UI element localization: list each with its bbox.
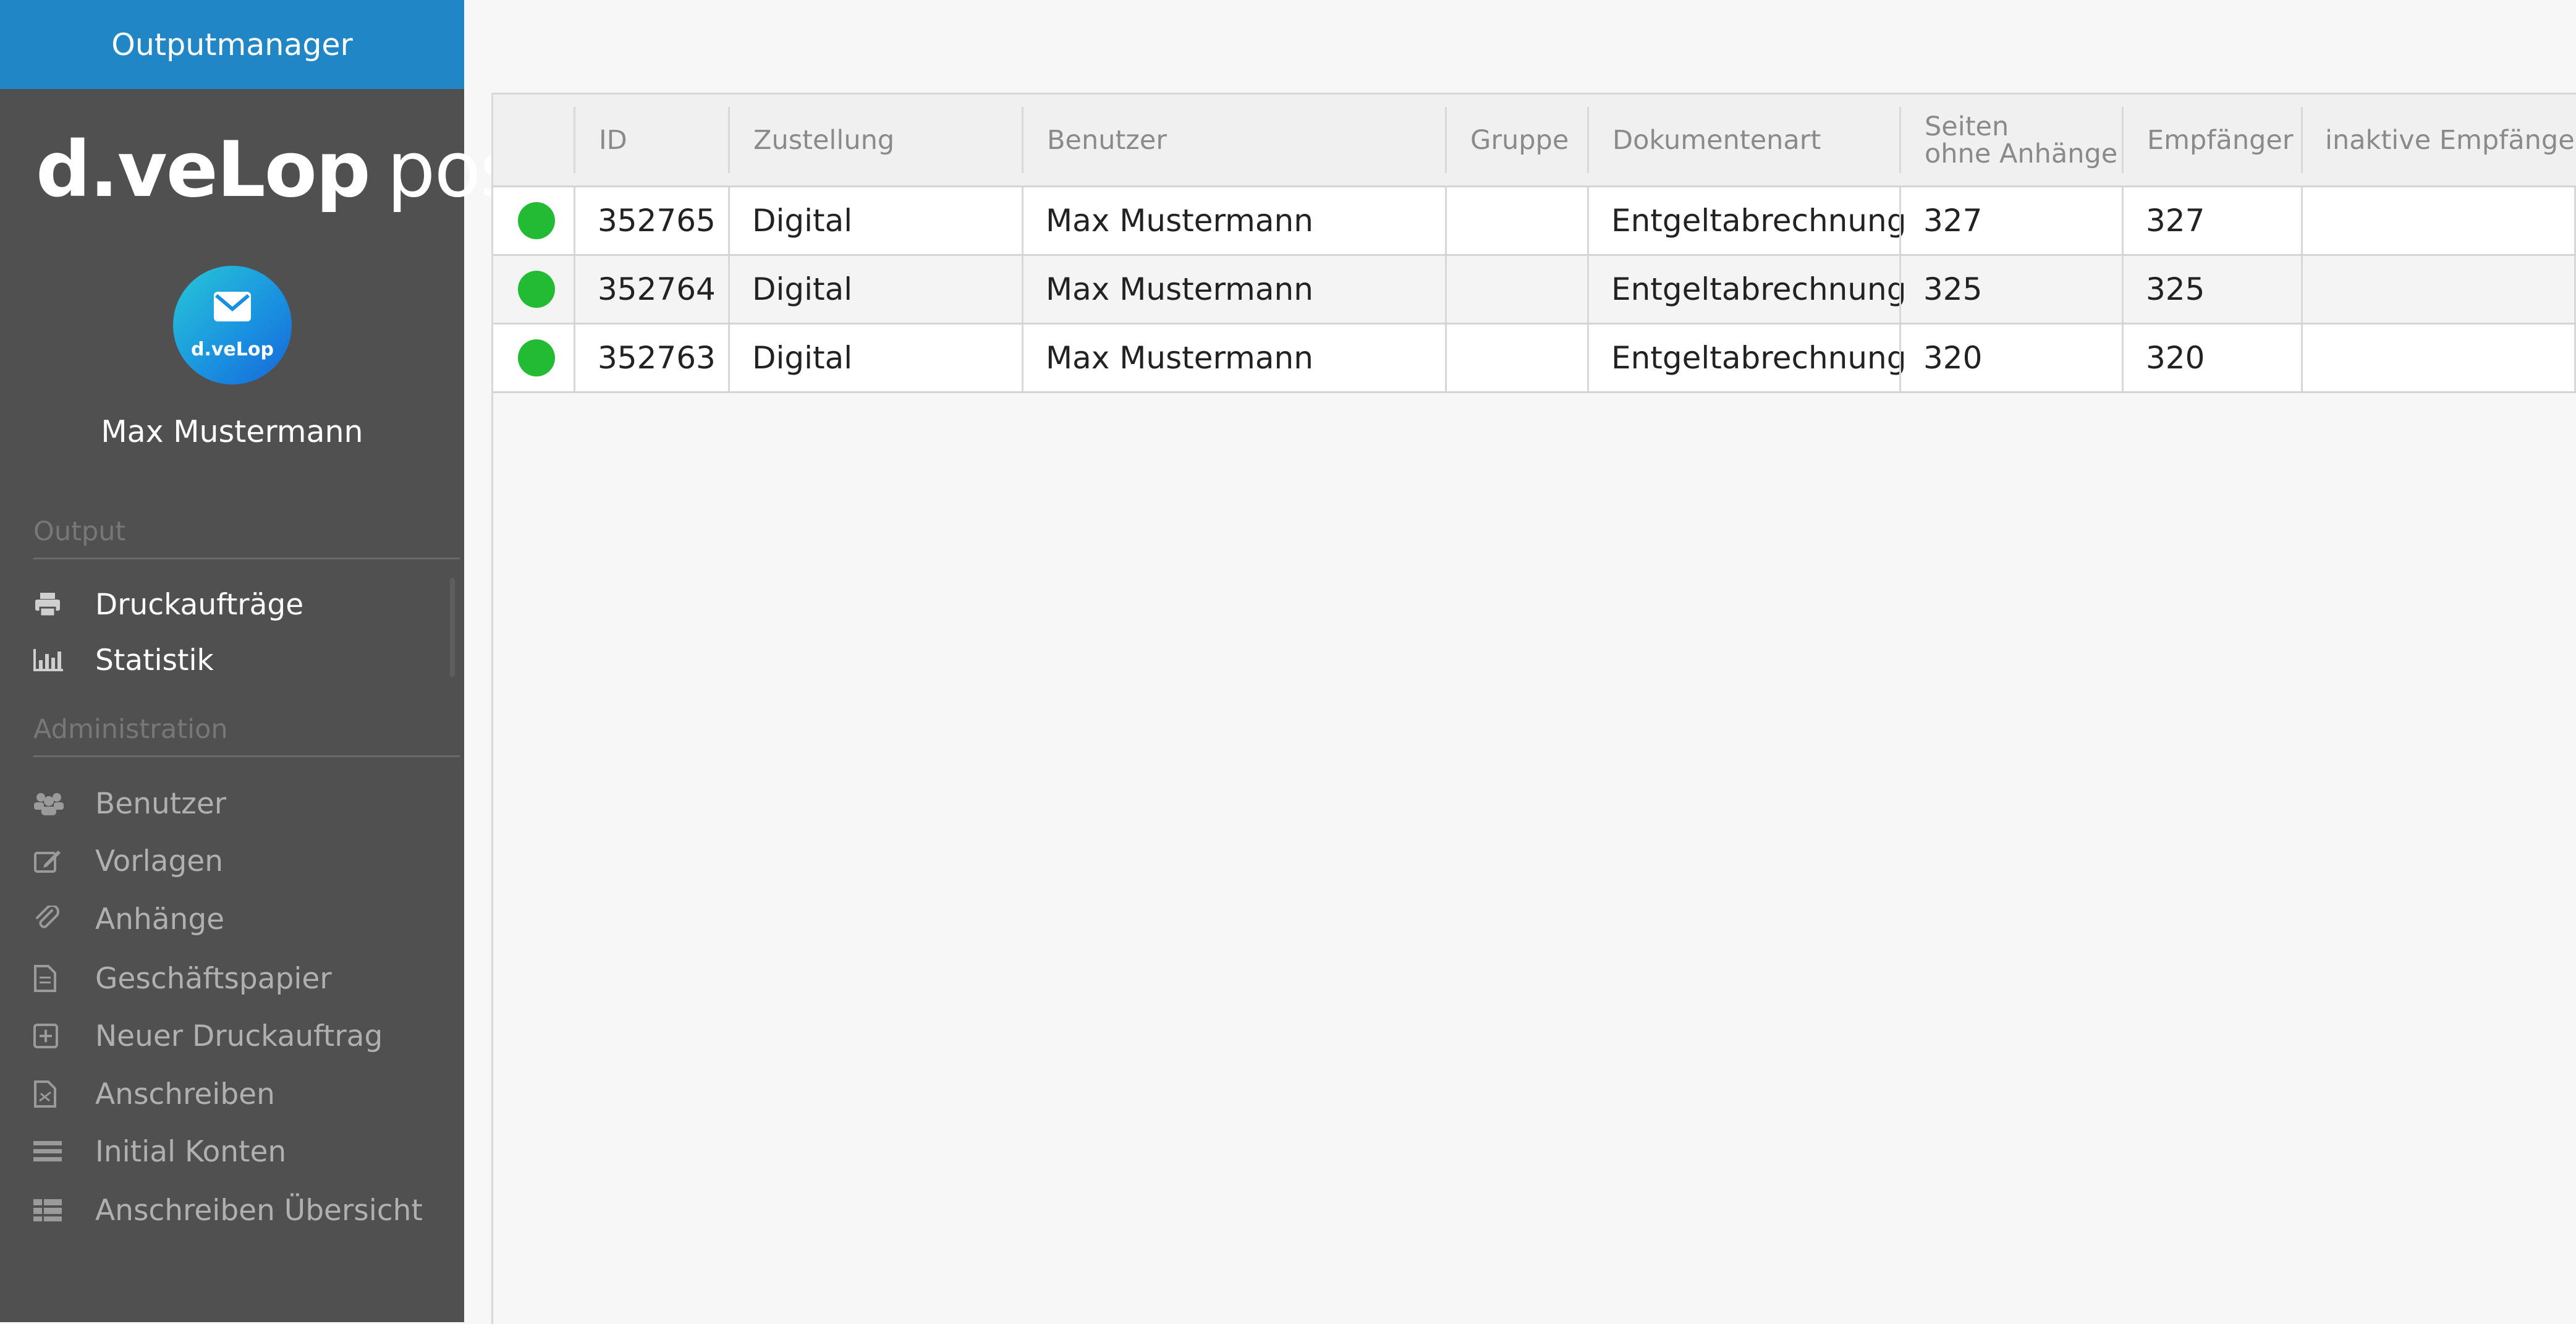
cell-empfaenger: 327 xyxy=(2122,187,2301,254)
cell-benutzer: Max Mustermann xyxy=(1022,256,1445,323)
column-header-dokumentenart[interactable]: Dokumentenart xyxy=(1587,107,1899,173)
cell-dokumentenart: Entgeltabrechnung xyxy=(1587,256,1906,323)
envelope-icon xyxy=(214,292,251,321)
cell-seiten: 320 xyxy=(1899,325,2122,391)
table-icon xyxy=(33,1189,95,1232)
cell-inaktive-empfaenger xyxy=(2301,256,2576,323)
user-name[interactable]: Max Mustermann xyxy=(0,414,464,449)
status-cell xyxy=(493,325,574,391)
table-row[interactable]: 352763 Digital Max Mustermann Entgeltabr… xyxy=(493,325,2576,393)
column-header-seiten-line2: ohne Anhänge xyxy=(1925,138,2118,169)
column-header-seiten[interactable]: Seiten ohne Anhänge xyxy=(1899,107,2122,173)
table-row[interactable]: 352764 Digital Max Mustermann Entgeltabr… xyxy=(493,256,2576,325)
section-divider xyxy=(33,558,460,559)
sidebar-item-label: Geschäftspapier xyxy=(95,961,332,996)
sidebar-item-label: Statistik xyxy=(95,643,214,677)
avatar[interactable]: d.veLop xyxy=(173,266,292,384)
list-icon xyxy=(33,1130,95,1173)
cell-empfaenger: 320 xyxy=(2122,325,2301,391)
sidebar-item-label: Initial Konten xyxy=(95,1134,287,1169)
sidebar-item-initial-konten[interactable]: Initial Konten xyxy=(33,1130,454,1173)
sidebar: Outputmanager d.veLop post d.veLop Max Mu… xyxy=(0,0,549,1322)
app-title: Outputmanager xyxy=(111,27,353,62)
sidebar-item-label: Benutzer xyxy=(95,786,227,821)
cell-seiten: 327 xyxy=(1899,187,2122,254)
cell-dokumentenart: Entgeltabrechnung xyxy=(1587,325,1906,391)
app-title-bar: Outputmanager xyxy=(0,0,464,89)
pdf-file-icon xyxy=(33,1072,95,1116)
cell-seiten: 325 xyxy=(1899,256,2122,323)
print-jobs-table: ID Zustellung Benutzer Gruppe Dokumenten… xyxy=(491,93,2576,1324)
section-title-administration: Administration xyxy=(33,714,228,745)
column-header-gruppe[interactable]: Gruppe xyxy=(1445,107,1587,173)
column-header-id[interactable]: ID xyxy=(574,107,728,173)
cell-id: 352765 xyxy=(574,187,728,254)
sidebar-item-vorlagen[interactable]: Vorlagen xyxy=(33,839,454,883)
cell-zustellung: Digital xyxy=(728,325,1022,391)
cell-id: 352764 xyxy=(574,256,728,323)
sidebar-item-geschaeftspapier[interactable]: Geschäftspapier xyxy=(33,957,454,1000)
status-cell xyxy=(493,187,574,254)
status-green-icon xyxy=(518,339,555,376)
document-icon xyxy=(33,957,95,1000)
cell-gruppe xyxy=(1445,256,1587,323)
section-divider xyxy=(33,755,460,757)
column-header-seiten-line1: Seiten xyxy=(1925,111,2009,142)
column-header-benutzer[interactable]: Benutzer xyxy=(1022,107,1445,173)
column-header-empfaenger[interactable]: Empfänger xyxy=(2122,107,2301,173)
column-header-inaktive-empfaenger[interactable]: inaktive Empfänger xyxy=(2301,107,2576,173)
sidebar-item-label: Neuer Druckauftrag xyxy=(95,1019,383,1053)
edit-icon xyxy=(33,839,95,883)
bar-chart-icon xyxy=(33,639,95,682)
sidebar-scrollbar[interactable] xyxy=(450,578,455,677)
sidebar-item-label: Druckaufträge xyxy=(95,587,304,622)
users-icon xyxy=(33,782,95,825)
cell-dokumentenart: Entgeltabrechnung xyxy=(1587,187,1906,254)
cell-inaktive-empfaenger xyxy=(2301,187,2576,254)
status-green-icon xyxy=(518,202,555,239)
sidebar-item-druckauftraege[interactable]: Druckaufträge xyxy=(33,583,454,626)
section-title-output: Output xyxy=(33,516,126,547)
dvelop-post-logo: d.veLop post xyxy=(36,130,549,210)
cell-id: 352763 xyxy=(574,325,728,391)
cell-zustellung: Digital xyxy=(728,256,1022,323)
plus-square-icon xyxy=(33,1014,95,1058)
cell-empfaenger: 325 xyxy=(2122,256,2301,323)
status-cell xyxy=(493,256,574,323)
sidebar-item-label: Anschreiben xyxy=(95,1077,275,1111)
status-green-icon xyxy=(518,271,555,308)
sidebar-item-label: Anschreiben Übersicht xyxy=(95,1193,423,1228)
table-row[interactable]: 352765 Digital Max Mustermann Entgeltabr… xyxy=(493,187,2576,256)
paperclip-icon xyxy=(33,898,95,941)
sidebar-item-anschreiben[interactable]: Anschreiben xyxy=(33,1072,454,1116)
column-header-zustellung[interactable]: Zustellung xyxy=(728,107,1022,173)
cell-gruppe xyxy=(1445,325,1587,391)
cell-benutzer: Max Mustermann xyxy=(1022,187,1445,254)
sidebar-item-neuer-druckauftrag[interactable]: Neuer Druckauftrag xyxy=(33,1014,454,1058)
printer-icon xyxy=(33,583,95,626)
sidebar-item-anhaenge[interactable]: Anhänge xyxy=(33,898,454,941)
sidebar-item-label: Vorlagen xyxy=(95,844,223,878)
sidebar-item-anschreiben-uebersicht[interactable]: Anschreiben Übersicht xyxy=(33,1189,454,1232)
sidebar-item-label: Anhänge xyxy=(95,902,225,936)
cell-benutzer: Max Mustermann xyxy=(1022,325,1445,391)
logo-brand: d.veLop xyxy=(36,125,371,214)
avatar-label: d.veLop xyxy=(191,339,274,360)
cell-gruppe xyxy=(1445,187,1587,254)
sidebar-item-benutzer[interactable]: Benutzer xyxy=(33,782,454,825)
sidebar-item-statistik[interactable]: Statistik xyxy=(33,639,454,682)
cell-zustellung: Digital xyxy=(728,187,1022,254)
cell-inaktive-empfaenger xyxy=(2301,325,2576,391)
table-header: ID Zustellung Benutzer Gruppe Dokumenten… xyxy=(493,95,2576,187)
